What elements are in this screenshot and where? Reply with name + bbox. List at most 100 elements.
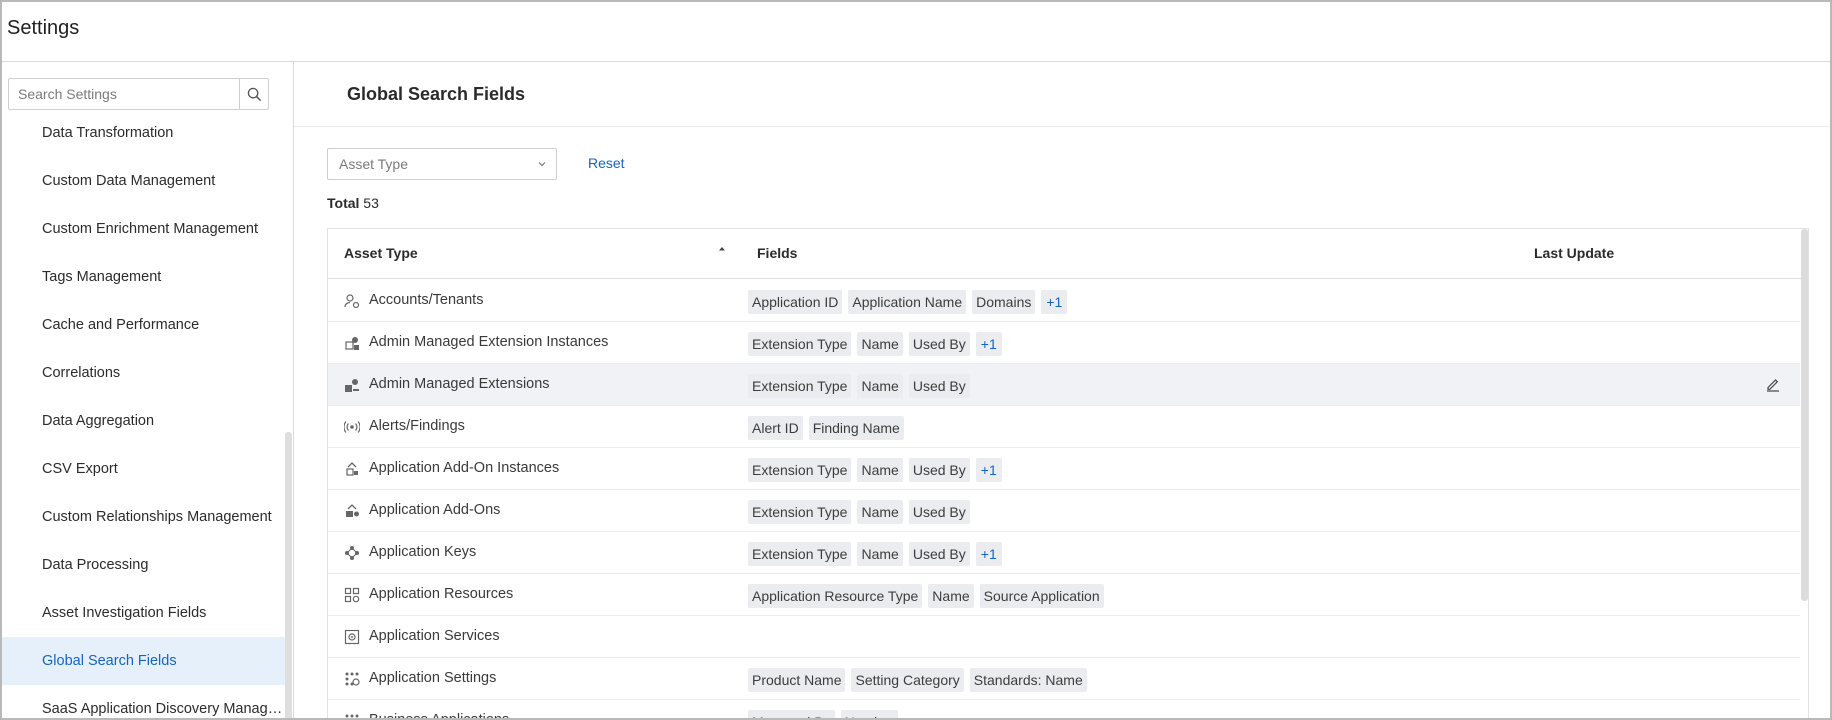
search-settings-input[interactable] [9,79,239,109]
fields-tags: Application Resource Type Name Source Appl… [748,584,1104,608]
sidebar-item-asset-investigation-fields[interactable]: Asset Investigation Fields [2,589,285,637]
table-row[interactable]: Admin Managed Extensions Extension Type Na… [328,364,1800,406]
addons-icon [346,504,359,517]
page-title: Settings [7,17,80,39]
asset-type-name: Application Services [369,628,500,644]
asset-type-name: Accounts/Tenants [369,292,484,308]
table-row[interactable]: Application Add-On Instances Extension Ty… [328,448,1800,490]
edit-icon[interactable] [1765,376,1781,392]
search-button[interactable] [239,79,268,109]
field-tag: Domains [972,290,1036,314]
settings-search [8,78,269,110]
table-row[interactable]: Accounts/Tenants Application ID Applicatio… [328,280,1800,322]
asset-type-name: Application Settings [369,670,497,686]
field-tag: Setting Category [851,668,964,692]
addon-instances-icon [346,462,358,476]
sidebar-item-custom-relationships-management[interactable]: Custom Relationships Management [2,493,285,541]
reset-link[interactable]: Reset [588,155,625,171]
asset-type-name: Admin Managed Extensions [369,376,550,392]
table-row[interactable]: Application Services [328,616,1800,658]
field-tag: Source Application [979,584,1104,608]
asset-type-dropdown-placeholder: Asset Type [339,156,409,172]
table-row[interactable]: Application Keys Extension Type Name Used B… [328,532,1800,574]
business-applications-icon [345,714,359,718]
sidebar-item-global-search-fields[interactable]: Global Search Fields [2,637,285,685]
sidebar-item-data-processing[interactable]: Data Processing [2,541,285,589]
sort-ascending-icon[interactable] [718,245,726,253]
column-header-last-update: Last Update [1534,245,1615,261]
field-tag: Used By [908,458,970,482]
field-tag: Name [857,500,903,524]
extension-instances-icon [345,337,359,350]
table-header: Asset Type Fields Last Update [328,229,1808,279]
field-tag: Name [857,542,903,566]
asset-type-name: Alerts/Findings [369,418,465,434]
more-fields-badge[interactable]: +1 [975,542,1002,566]
table-row[interactable]: Business Applications Managed By Number [328,700,1800,720]
sidebar-item-data-aggregation[interactable]: Data Aggregation [2,397,285,445]
column-header-asset-type[interactable]: Asset Type [344,245,418,261]
asset-type-name: Business Applications [369,712,510,720]
application-resources-icon [344,587,360,603]
field-tag: Application Name [848,290,967,314]
fields-tags: Extension Type Name Used By +1 [748,542,1002,566]
field-tag: Application Resource Type [748,584,923,608]
field-tag: Finding Name [808,416,904,440]
application-services-icon [344,629,360,645]
field-tag: Extension Type [748,332,852,356]
field-tag: Extension Type [748,374,852,398]
table-row[interactable]: Admin Managed Extension Instances Extensi… [328,322,1800,364]
sidebar-item-custom-data-management[interactable]: Custom Data Management [2,157,285,205]
sidebar-item-saas-application-discovery-manage[interactable]: SaaS Application Discovery Manage… [2,685,285,718]
field-tag: Product Name [748,668,846,692]
field-tag: Managed By [748,710,835,718]
total-count: Total 53 [327,195,379,211]
fields-tags: Extension Type Name Used By +1 [748,332,1002,356]
top-bar: Settings [2,2,1830,62]
sidebar-item-tags-management[interactable]: Tags Management [2,253,285,301]
asset-type-dropdown[interactable]: Asset Type [327,148,557,180]
table-row[interactable]: Application Settings Product Name Setting … [328,658,1800,700]
field-tag: Extension Type [748,542,852,566]
fields-tags: Extension Type Name Used By [748,500,970,524]
settings-sidebar: Data TransformationCustom Data Managemen… [2,62,294,718]
total-value: 53 [363,195,379,211]
alerts-findings-icon [344,421,360,433]
fields-tags: Application ID Application Name Domains +1 [748,290,1068,314]
sidebar-item-custom-enrichment-management[interactable]: Custom Enrichment Management [2,205,285,253]
sidebar-item-correlations[interactable]: Correlations [2,349,285,397]
field-tag: Name [857,458,903,482]
application-settings-icon [345,672,360,686]
table-row[interactable]: Alerts/Findings Alert ID Finding Name [328,406,1800,448]
extensions-icon [345,379,359,392]
main-panel: Global Search Fields Asset Type Reset To… [294,62,1830,720]
more-fields-badge[interactable]: +1 [1041,290,1068,314]
asset-type-name: Application Add-On Instances [369,460,560,476]
more-fields-badge[interactable]: +1 [975,458,1002,482]
asset-type-name: Application Resources [369,586,514,602]
sidebar-item-cache-and-performance[interactable]: Cache and Performance [2,301,285,349]
field-tag: Alert ID [748,416,803,440]
field-tag: Name [857,332,903,356]
field-tag: Extension Type [748,458,852,482]
sidebar-scrollbar[interactable] [285,432,292,718]
asset-type-name: Application Keys [369,544,477,560]
table-row[interactable]: Application Resources Application Resourc… [328,574,1800,616]
application-keys-icon [345,546,359,560]
field-tag: Extension Type [748,500,852,524]
table-scrollbar[interactable] [1801,229,1808,601]
global-search-fields-table: Asset Type Fields Last Update Accounts/T… [327,228,1809,720]
sidebar-item-csv-export[interactable]: CSV Export [2,445,285,493]
field-tag: Used By [908,374,970,398]
field-tag: Name [928,584,974,608]
more-fields-badge[interactable]: +1 [975,332,1002,356]
fields-tags: Managed By Number [748,710,899,718]
asset-type-name: Admin Managed Extension Instances [369,334,609,350]
field-tag: Used By [908,542,970,566]
table-row[interactable]: Application Add-Ons Extension Type Name Use… [328,490,1800,532]
main-header: Global Search Fields [294,62,1830,127]
fields-tags: Alert ID Finding Name [748,416,904,440]
search-icon [247,87,261,101]
field-tag: Standards: Name [969,668,1087,692]
fields-tags: Product Name Setting Category Standards: N… [748,668,1087,692]
